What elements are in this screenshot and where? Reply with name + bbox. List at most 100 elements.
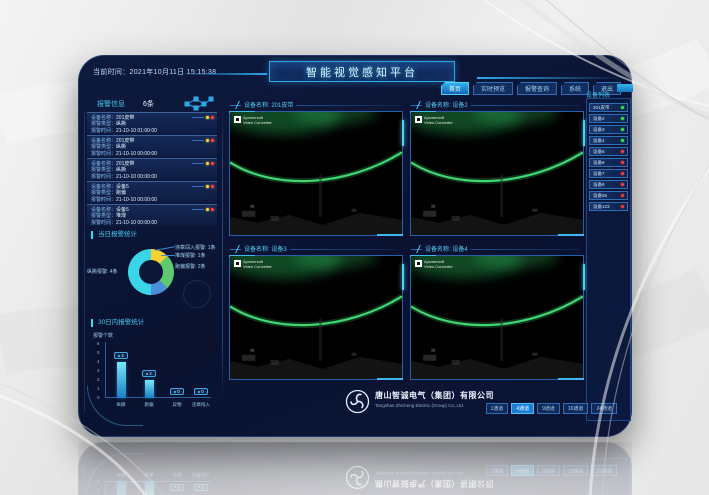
channel-button-4[interactable]: 4通道 [511, 403, 534, 414]
vertical-divider [222, 102, 223, 402]
video-grid: 设备名称: 201皮带 ApowersoftVideo Converter 设备… [228, 98, 585, 381]
device-item-4[interactable]: 设备4 [589, 136, 628, 145]
video-feed [230, 256, 402, 379]
channel-button-24[interactable]: 24通道 [591, 403, 617, 414]
alert-dot-icon [211, 185, 214, 188]
device-item-2[interactable]: 设备2 [589, 114, 628, 123]
alarm-count: 6条 [143, 101, 154, 108]
status-dot-icon [621, 172, 624, 175]
network-decoration-icon [183, 95, 215, 113]
status-dot-icon [621, 150, 624, 153]
company-logo-icon [345, 389, 370, 414]
device-item-7[interactable]: 设备7 [589, 169, 628, 178]
edge-accent [583, 120, 585, 146]
warning-dot-icon [206, 185, 209, 188]
channel-button-16[interactable]: 16通道 [563, 403, 589, 414]
watermark: ApowersoftVideo Converter [234, 260, 272, 269]
video-cell-3[interactable]: 设备名称: 设备3 ApowersoftVideo Converter [228, 242, 404, 381]
video-feed [411, 256, 583, 379]
channel-button-1[interactable]: 1通道 [486, 403, 509, 414]
video-title: 设备名称: 设备3 [241, 244, 290, 253]
bar-value-label: 4 [114, 352, 128, 359]
bar-category-label: 违章闯入 [192, 402, 210, 408]
header-decoration-line-right [477, 77, 623, 79]
page-title: 智能视觉感知平台 [269, 61, 455, 82]
video-feed [411, 112, 583, 235]
monthly-stats-title: 30日内报警统计 [91, 319, 144, 327]
alarm-status-dots [192, 208, 214, 211]
corner-arc-decoration [87, 386, 143, 426]
alarm-panel-title: 报警信息 [97, 101, 125, 108]
alarm-card-1[interactable]: 设备名称：201皮带 报警类型：纵撕 报警时间：21-10-10 01:00:0… [87, 112, 217, 134]
device-item-6[interactable]: 设备6 [589, 158, 628, 167]
alarm-status-dots [192, 139, 214, 142]
alarm-card-3[interactable]: 设备名称：201皮带 报警类型：纵撕 报警时间：21-10-10 00:00:0… [87, 158, 217, 180]
video-cell-2[interactable]: 设备名称: 设备2 ApowersoftVideo Converter [409, 98, 585, 237]
donut-label: 堆煤报警: 1条 [175, 252, 206, 259]
device-item-123[interactable]: 设备123 [589, 202, 628, 211]
edge-accent [583, 264, 585, 290]
device-item-55[interactable]: 设备55 [589, 191, 628, 200]
video-title: 设备名称: 201皮带 [241, 100, 296, 109]
nav-tab-live-preview[interactable]: 实时预览 [473, 82, 513, 95]
channel-button-9[interactable]: 9通道 [537, 403, 560, 414]
donut-label: 跑偏报警: 2条 [175, 263, 206, 270]
alert-dot-icon [211, 139, 214, 142]
status-dot-icon [621, 139, 624, 142]
watermark-logo-icon [234, 260, 241, 267]
alarm-status-dots [192, 162, 214, 165]
warning-dot-icon [206, 116, 209, 119]
device-list: 201皮带 设备2 设备3 设备4 设备5 设备6 设备7 设备8 设备55 设… [586, 98, 631, 421]
device-item-3[interactable]: 设备3 [589, 125, 628, 134]
donut-label: 纵撕报警: 4条 [87, 268, 118, 275]
device-item-5[interactable]: 设备5 [589, 147, 628, 156]
video-frame: ApowersoftVideo Converter [229, 255, 403, 380]
nav-tab-home[interactable]: 首页 [441, 82, 469, 95]
daily-stats-title: 当日报警统计 [91, 231, 137, 239]
video-title: 设备名称: 设备4 [422, 244, 471, 253]
status-dot-icon [621, 183, 624, 186]
alarm-status-dots [192, 185, 214, 188]
video-cell-4[interactable]: 设备名称: 设备4 ApowersoftVideo Converter [409, 242, 585, 381]
status-dot-icon [621, 194, 624, 197]
alarm-list: 设备名称：201皮带 报警类型：纵撕 报警时间：21-10-10 01:00:0… [87, 112, 217, 227]
bar-value-label: 2 [142, 370, 156, 377]
alert-dot-icon [211, 116, 214, 119]
nav-tab-system[interactable]: 系统 [561, 82, 589, 95]
watermark: ApowersoftVideo Converter [234, 116, 272, 125]
current-time: 当前时间：2021年10月11日 15:15:38 [93, 67, 216, 77]
watermark-logo-icon [415, 260, 422, 267]
bar-value-label: 0 [194, 388, 208, 395]
nav-tab-alarm-query[interactable]: 报警查询 [517, 82, 557, 95]
alert-dot-icon [211, 208, 214, 211]
video-frame: ApowersoftVideo Converter [229, 111, 403, 236]
video-cell-201[interactable]: 设备名称: 201皮带 ApowersoftVideo Converter [228, 98, 404, 237]
watermark-emblem [183, 280, 211, 308]
channel-switcher: 1通道 4通道 9通道 16通道 24通道 [486, 403, 617, 414]
status-dot-icon [621, 128, 624, 131]
donut-label: 违章闯入报警: 1条 [175, 244, 216, 251]
warning-dot-icon [206, 208, 209, 211]
status-dot-icon [621, 106, 624, 109]
watermark-logo-icon [415, 116, 422, 123]
alert-dot-icon [211, 162, 214, 165]
video-frame: ApowersoftVideo Converter [410, 255, 584, 380]
alarm-card-4[interactable]: 设备名称：设备5 报警类型：跑偏 报警时间：21-10-10 00:00:00 [87, 181, 217, 203]
device-item-201[interactable]: 201皮带 [589, 103, 628, 112]
header-decoration-line-left [177, 73, 267, 75]
watermark: ApowersoftVideo Converter [415, 116, 453, 125]
video-feed [230, 112, 402, 235]
bar-value-label: 0 [170, 388, 184, 395]
alarm-card-5[interactable]: 设备名称：设备5 报警类型：堆煤 报警时间：21-10-10 00:00:00 [87, 204, 217, 226]
bar-category-label: 异物 [173, 402, 182, 408]
alarm-card-2[interactable]: 设备名称：201皮带 报警类型：纵撕 报警时间：21-10-10 00:00:0… [87, 135, 217, 157]
edge-accent [402, 120, 404, 146]
device-item-8[interactable]: 设备8 [589, 180, 628, 189]
video-title: 设备名称: 设备2 [422, 100, 471, 109]
video-frame: ApowersoftVideo Converter [410, 111, 584, 236]
company-name-cn: 唐山智诚电气（集团）有限公司 [375, 390, 494, 401]
alarm-status-dots [192, 116, 214, 119]
device-list-tab[interactable] [617, 84, 633, 92]
bar [145, 380, 154, 398]
dashboard-panel: 当前时间：2021年10月11日 15:15:38 智能视觉感知平台 首页 实时… [78, 55, 632, 437]
